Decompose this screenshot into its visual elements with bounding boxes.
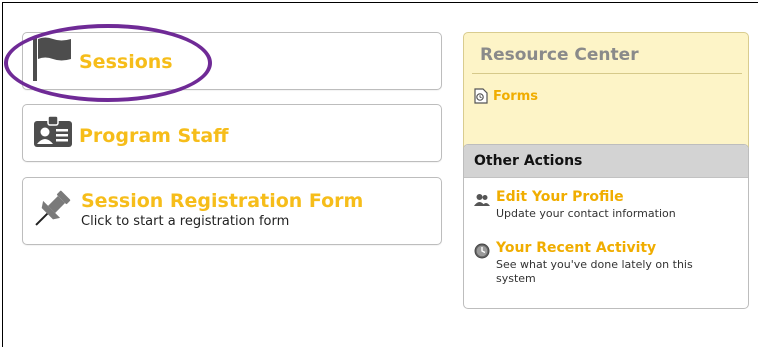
resource-center-title: Resource Center [480, 45, 639, 65]
edit-profile-link[interactable]: Edit Your Profile [496, 189, 624, 205]
other-actions-title: Other Actions [474, 153, 583, 169]
resource-center-panel: Resource Center Forms [463, 32, 749, 158]
registration-form-card[interactable]: Session Registration Form Click to start… [22, 177, 442, 245]
recent-activity-link[interactable]: Your Recent Activity [496, 240, 656, 256]
sessions-card[interactable]: Sessions [22, 32, 442, 90]
resource-center-divider [472, 73, 742, 74]
other-actions-panel: Other Actions Edit Your Profile Update y… [463, 144, 749, 309]
registration-form-description: Click to start a registration form [81, 214, 290, 229]
other-actions-header: Other Actions [464, 145, 748, 178]
program-staff-label: Program Staff [79, 125, 229, 147]
edit-profile-description: Update your contact information [496, 207, 676, 220]
document-icon [474, 88, 488, 104]
program-staff-card[interactable]: Program Staff [22, 104, 442, 162]
flag-icon [33, 37, 71, 81]
recent-activity-description-line1: See what you've done lately on this [496, 258, 693, 271]
id-badge-icon [34, 115, 72, 147]
pushpin-icon [35, 190, 71, 226]
sessions-label: Sessions [79, 51, 173, 73]
recent-activity-description-line2: system [496, 272, 536, 285]
forms-label: Forms [493, 88, 538, 104]
clock-icon [474, 243, 490, 259]
users-icon [474, 194, 490, 206]
forms-link[interactable]: Forms [474, 88, 538, 104]
registration-form-label: Session Registration Form [81, 190, 364, 212]
